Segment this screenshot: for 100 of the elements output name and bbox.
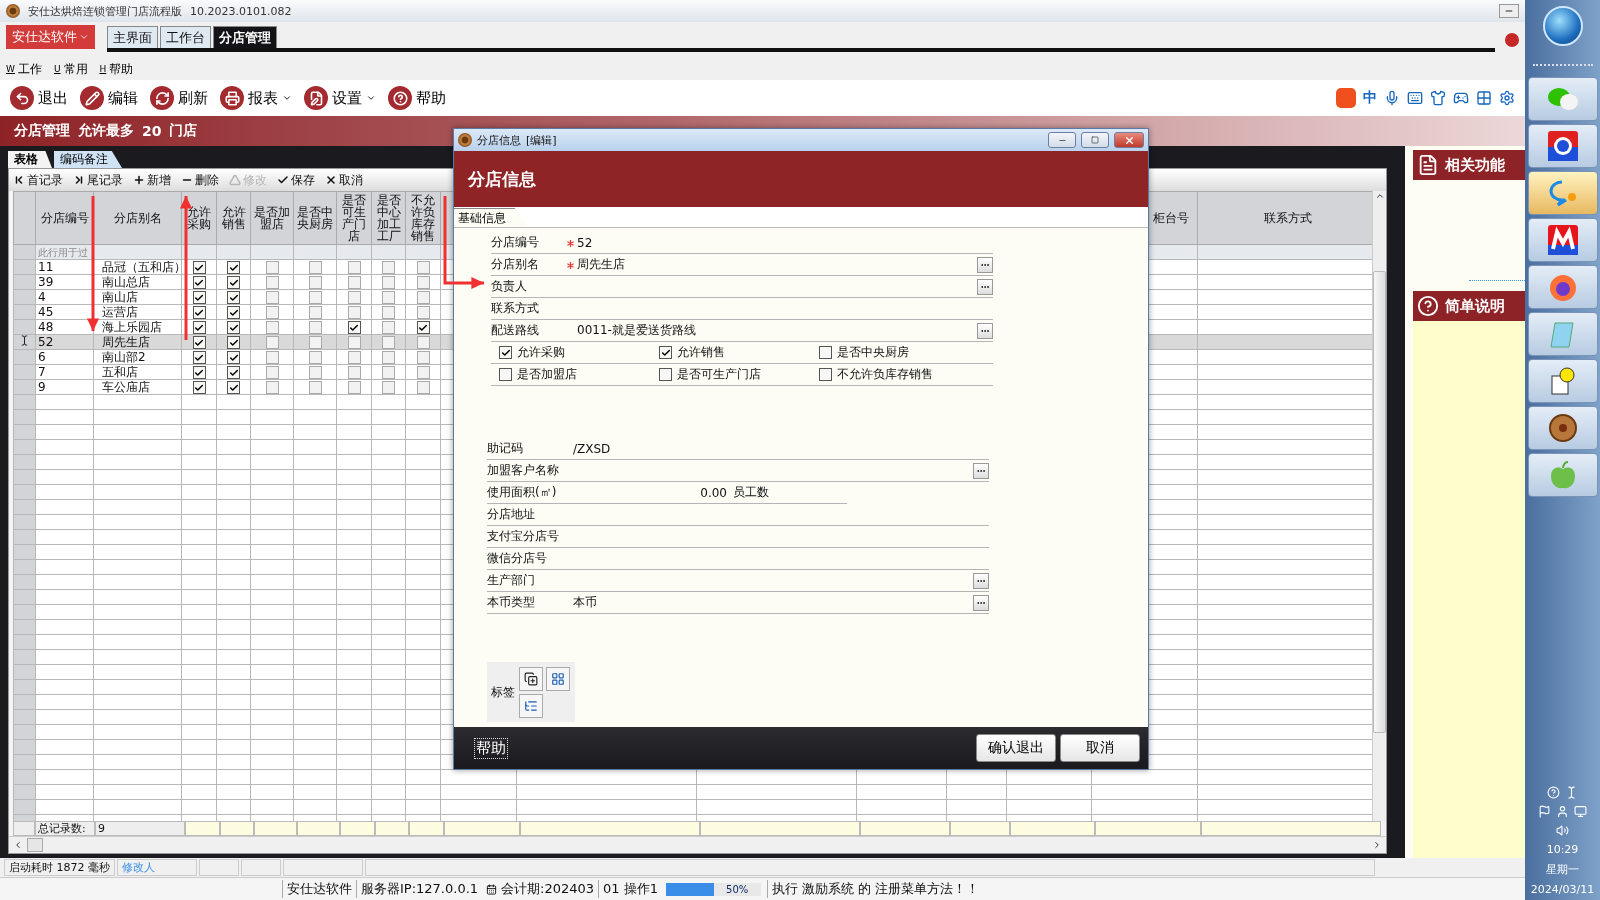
column-header[interactable]: 联系方式	[1197, 191, 1372, 245]
checkbox[interactable]	[192, 276, 206, 289]
toolbar-button[interactable]: 首记录	[13, 171, 63, 189]
checkbox[interactable]	[382, 366, 395, 379]
cursor-icon[interactable]	[1565, 786, 1578, 799]
field-value[interactable]: 0.00	[577, 485, 733, 500]
checkbox[interactable]	[416, 291, 430, 304]
toolbar-button[interactable]: 退出	[10, 86, 68, 110]
checkbox[interactable]	[416, 351, 430, 364]
checkbox[interactable]	[308, 336, 322, 349]
checkbox[interactable]	[192, 336, 206, 349]
monitor-icon[interactable]	[1574, 805, 1587, 818]
checkbox[interactable]	[659, 368, 672, 381]
checkbox[interactable]	[227, 336, 240, 349]
checkbox[interactable]	[265, 306, 279, 319]
column-header[interactable]: 是否加盟店	[250, 191, 294, 245]
checkbox[interactable]	[265, 291, 279, 304]
checkbox[interactable]	[347, 261, 361, 274]
toolbar-button[interactable]: 报表	[220, 86, 292, 110]
checkbox[interactable]	[192, 261, 206, 274]
field-value[interactable]: /ZXSD	[573, 441, 989, 456]
checkbox[interactable]	[308, 381, 322, 394]
checkbox[interactable]	[416, 276, 430, 289]
checkbox[interactable]	[192, 306, 206, 319]
scroll-right-icon[interactable]	[1372, 840, 1382, 850]
checkbox[interactable]	[265, 336, 279, 349]
shirt-icon[interactable]	[1430, 90, 1446, 106]
lookup-button[interactable]	[977, 278, 993, 295]
checkbox[interactable]	[308, 291, 322, 304]
volume-icon[interactable]	[1556, 824, 1569, 837]
taskbar-button[interactable]	[1527, 406, 1598, 450]
checkbox[interactable]	[192, 381, 206, 394]
tab[interactable]: 基础信息	[454, 208, 528, 227]
field-value[interactable]: 周先生店	[577, 256, 977, 273]
tab[interactable]: 编码备注	[54, 151, 122, 168]
start-orb-icon[interactable]	[1542, 6, 1583, 46]
column-header[interactable]: 分店编号	[35, 191, 94, 245]
checkbox[interactable]	[347, 321, 361, 334]
grid-icon[interactable]	[1476, 90, 1492, 106]
checkbox[interactable]	[347, 291, 361, 304]
close-button[interactable]	[1114, 132, 1144, 148]
column-header[interactable]: 允许销售	[216, 191, 251, 245]
help-button[interactable]: 帮助	[474, 737, 508, 759]
checkbox[interactable]	[265, 381, 279, 394]
maximize-button[interactable]	[1081, 132, 1109, 148]
lookup-button[interactable]	[973, 572, 989, 589]
toolbar-button[interactable]: 刷新	[150, 86, 208, 110]
field-value[interactable]: 0011-就是爱送货路线	[577, 322, 977, 339]
settings-icon[interactable]	[1499, 90, 1515, 106]
clock-time[interactable]: 10:29	[1546, 843, 1579, 856]
checkbox[interactable]	[265, 366, 279, 379]
user-icon[interactable]	[1556, 805, 1569, 818]
confirm-button[interactable]: 确认退出	[976, 734, 1056, 762]
checkbox[interactable]	[382, 291, 395, 304]
scroll-left-icon[interactable]	[13, 840, 23, 850]
checkbox[interactable]	[192, 321, 206, 334]
checkbox[interactable]	[308, 276, 322, 289]
toolbar-button[interactable]: 保存	[277, 171, 315, 189]
checkbox[interactable]	[416, 381, 430, 394]
checkbox[interactable]	[308, 261, 322, 274]
checkbox[interactable]	[227, 276, 240, 289]
lookup-button[interactable]	[973, 462, 989, 479]
scroll-up-icon[interactable]	[1374, 191, 1385, 201]
checkbox[interactable]	[382, 351, 395, 364]
checkbox[interactable]	[347, 336, 361, 349]
checkbox[interactable]	[347, 306, 361, 319]
checkbox[interactable]	[227, 366, 240, 379]
toolbar-button[interactable]: 设置	[304, 86, 376, 110]
checkbox[interactable]	[227, 351, 240, 364]
tab[interactable]: 分店管理	[213, 26, 277, 48]
checkbox[interactable]	[227, 306, 240, 319]
checkbox[interactable]	[227, 381, 240, 394]
column-header[interactable]: 分店别名	[93, 191, 182, 245]
checkbox[interactable]	[192, 366, 206, 379]
toolbar-button[interactable]: 编辑	[80, 86, 138, 110]
taskbar-button[interactable]	[1527, 359, 1598, 403]
checkbox[interactable]	[416, 306, 430, 319]
checkbox[interactable]	[227, 291, 240, 304]
checkbox[interactable]	[308, 306, 322, 319]
checkbox[interactable]	[819, 368, 832, 381]
checkbox[interactable]	[347, 381, 361, 394]
menu-item[interactable]: W 工作	[6, 60, 42, 78]
help-icon[interactable]	[1547, 786, 1560, 799]
taskbar-button[interactable]	[1527, 218, 1598, 262]
grid-button[interactable]	[546, 666, 570, 691]
checkbox[interactable]	[382, 276, 395, 289]
checkbox[interactable]	[192, 351, 206, 364]
toolbar-button[interactable]: 取消	[325, 171, 363, 189]
checkbox[interactable]	[382, 321, 395, 334]
checkbox[interactable]	[347, 276, 361, 289]
lookup-button[interactable]	[977, 322, 993, 339]
clock-weekday[interactable]: 星期一	[1546, 862, 1579, 877]
lookup-button[interactable]	[973, 594, 989, 611]
checkbox[interactable]	[382, 381, 395, 394]
checkbox[interactable]	[659, 346, 672, 359]
checkbox[interactable]	[416, 321, 430, 334]
menu-item[interactable]: U 常用	[53, 60, 88, 78]
checkbox[interactable]	[382, 261, 395, 274]
side-panel-title[interactable]: 简单说明	[1445, 296, 1505, 316]
copy-add-button[interactable]	[519, 666, 543, 691]
